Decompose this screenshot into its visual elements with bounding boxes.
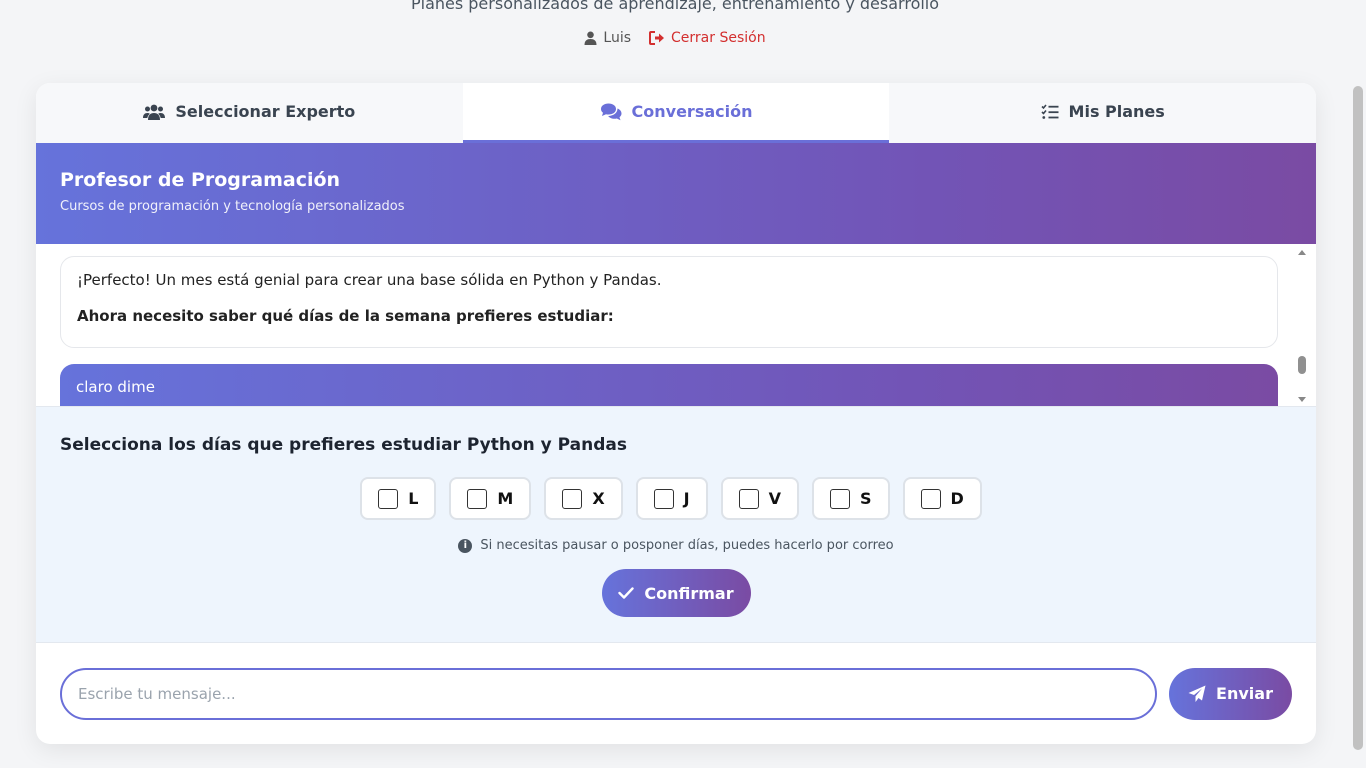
send-label: Enviar (1216, 684, 1273, 703)
sign-out-icon (649, 31, 665, 45)
user-name: Luis (603, 30, 632, 46)
tab-conversation[interactable]: Conversación (462, 83, 890, 143)
tab-select-expert[interactable]: Seleccionar Experto (36, 83, 463, 143)
message-composer: Enviar (36, 643, 1316, 744)
day-option-saturday[interactable]: S (812, 477, 890, 520)
paper-plane-icon (1188, 685, 1206, 702)
tab-label: Mis Planes (1068, 102, 1165, 121)
day-label: S (860, 489, 872, 508)
logout-label: Cerrar Sesión (671, 30, 766, 46)
tab-label: Seleccionar Experto (175, 102, 356, 121)
scroll-down-arrow-icon[interactable] (1298, 397, 1306, 402)
day-option-sunday[interactable]: D (902, 477, 982, 520)
tab-label: Conversación (631, 102, 753, 121)
checkbox[interactable] (738, 488, 759, 509)
logout-link[interactable]: Cerrar Sesión (649, 30, 766, 46)
send-button[interactable]: Enviar (1169, 667, 1292, 720)
scroll-up-arrow-icon[interactable] (1298, 250, 1306, 255)
tab-bar: Seleccionar Experto Conversación Mis Pla… (36, 83, 1316, 143)
day-option-wednesday[interactable]: X (544, 477, 623, 520)
main-card: Seleccionar Experto Conversación Mis Pla… (36, 83, 1316, 744)
expert-title: Profesor de Programación (60, 169, 341, 191)
day-label: D (950, 489, 964, 508)
users-icon (143, 104, 166, 120)
checkbox[interactable] (378, 488, 399, 509)
day-options: L M X J V S D (50, 477, 1292, 520)
hint-text: i Si necesitas pausar o posponer días, p… (60, 538, 1292, 553)
day-option-monday[interactable]: L (360, 477, 437, 520)
checkbox[interactable] (830, 488, 850, 509)
bot-message: ¡Perfecto! Un mes está genial para crear… (60, 256, 1278, 348)
day-selection-title: Selecciona los días que prefieres estudi… (60, 435, 627, 455)
user-bar: Luis Cerrar Sesión (0, 30, 1350, 46)
user-info: Luis (584, 30, 631, 46)
day-option-friday[interactable]: V (720, 477, 799, 520)
day-label: X (592, 489, 605, 508)
message-list[interactable]: ¡Perfecto! Un mes está genial para crear… (36, 244, 1316, 406)
day-option-thursday[interactable]: J (635, 477, 708, 520)
chat-icon (600, 103, 622, 120)
day-option-tuesday[interactable]: M (449, 477, 532, 520)
message-text: claro dime (76, 378, 155, 396)
day-selection-panel: Selecciona los días que prefieres estudi… (36, 406, 1316, 643)
checkbox[interactable] (467, 488, 488, 509)
checklist-icon (1040, 103, 1059, 119)
day-label: L (408, 489, 419, 508)
app-subtitle: Planes personalizados de aprendizaje, en… (410, 0, 940, 13)
message-text: ¡Perfecto! Un mes está genial para crear… (77, 271, 662, 289)
info-icon: i (458, 538, 473, 553)
check-icon (618, 587, 635, 599)
day-label: M (497, 489, 514, 508)
user-icon (584, 31, 597, 45)
day-label: V (768, 489, 781, 508)
chat-header: Profesor de Programación Cursos de progr… (36, 143, 1316, 244)
confirm-button[interactable]: Confirmar (601, 569, 751, 617)
checkbox[interactable] (562, 488, 583, 509)
message-question: Ahora necesito saber qué días de la sema… (77, 307, 614, 325)
message-input[interactable] (60, 667, 1157, 720)
checkbox[interactable] (920, 488, 941, 509)
hint-label: Si necesitas pausar o posponer días, pue… (480, 538, 894, 553)
page-scrollbar-thumb[interactable] (1353, 86, 1363, 750)
checkbox[interactable] (653, 488, 674, 509)
expert-subtitle: Cursos de programación y tecnología pers… (60, 199, 405, 214)
confirm-label: Confirmar (644, 583, 734, 603)
day-label: J (683, 489, 690, 508)
tab-my-plans[interactable]: Mis Planes (889, 83, 1316, 143)
user-message: claro dime (60, 364, 1278, 406)
scrollbar-thumb[interactable] (1298, 356, 1306, 374)
message-scrollbar[interactable] (1296, 248, 1308, 404)
